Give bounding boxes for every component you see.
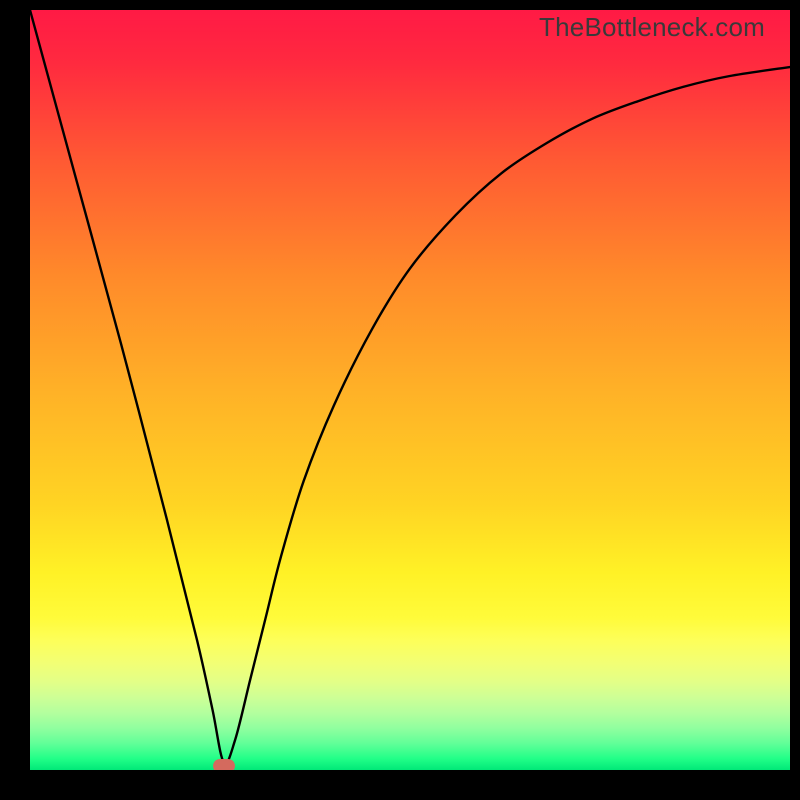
- plot-area: [30, 10, 790, 770]
- curve-layer: [30, 10, 790, 770]
- chart-frame: TheBottleneck.com: [0, 0, 800, 800]
- min-point-marker: [213, 759, 235, 770]
- bottleneck-curve: [30, 10, 790, 763]
